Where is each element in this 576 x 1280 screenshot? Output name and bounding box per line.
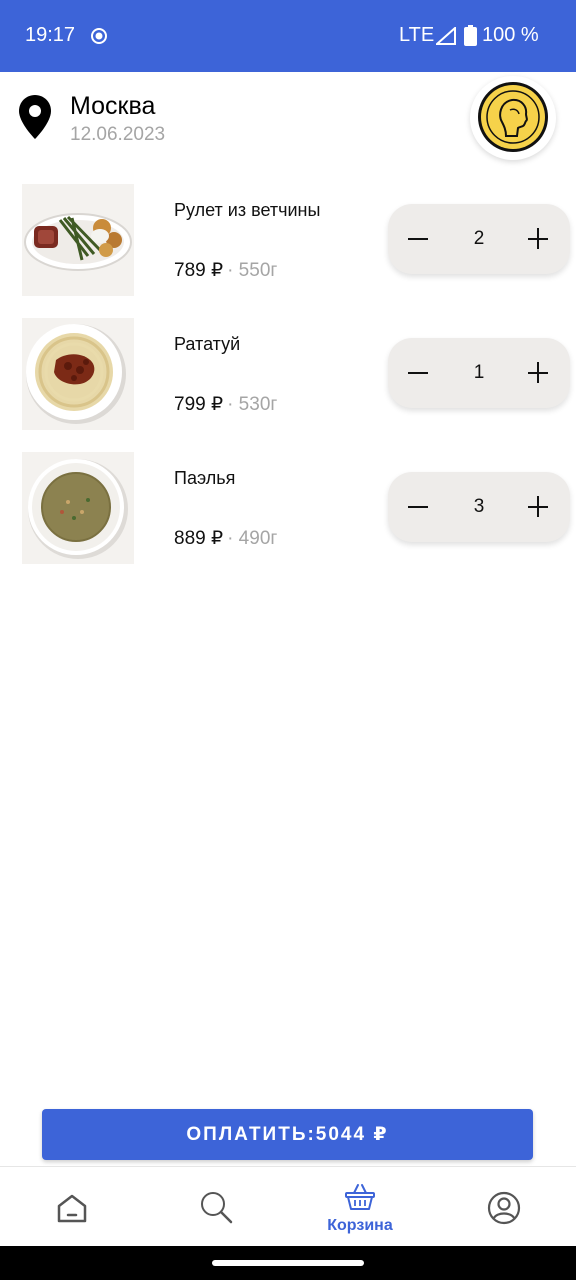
signal-icon — [436, 27, 456, 45]
dish-price: 889 ₽ · 490г — [174, 527, 277, 550]
cart-item: Паэлья 889 ₽ · 490г 3 — [0, 452, 576, 566]
dish-name: Рататуй — [174, 334, 241, 354]
plus-icon[interactable] — [526, 494, 552, 520]
bottom-nav: Корзина — [0, 1166, 576, 1246]
home-icon — [57, 1194, 87, 1223]
profile-icon — [487, 1191, 521, 1225]
basket-icon — [345, 1184, 375, 1210]
avatar[interactable] — [470, 76, 556, 160]
location-pin-icon — [19, 95, 51, 139]
minus-icon[interactable] — [406, 360, 432, 386]
search-icon — [201, 1192, 233, 1224]
quantity-stepper: 2 — [388, 204, 570, 274]
dish-weight: · 490г — [227, 528, 278, 549]
battery-percent: 100 % — [482, 24, 539, 46]
network-type: LTE — [399, 24, 435, 46]
price-value: 789 ₽ — [174, 260, 224, 281]
status-bar: 19:17 LTE 100 % — [0, 0, 576, 72]
dish-image — [22, 318, 134, 430]
nav-home[interactable] — [0, 1167, 144, 1247]
dish-name: Рулет из ветчины — [174, 200, 321, 220]
battery-icon — [464, 25, 477, 46]
minus-icon[interactable] — [406, 226, 432, 252]
profile-avatar-icon — [478, 82, 548, 152]
quantity-value: 1 — [473, 362, 485, 383]
status-time: 19:17 — [25, 24, 76, 46]
price-value: 889 ₽ — [174, 528, 224, 549]
nav-profile[interactable] — [432, 1167, 576, 1247]
dish-price: 789 ₽ · 550г — [174, 259, 277, 282]
system-navigation-bar — [0, 1246, 576, 1280]
cart-item: Рулет из ветчины 789 ₽ · 550г 2 — [0, 184, 576, 298]
screen-record-icon — [91, 28, 107, 44]
plus-icon[interactable] — [526, 360, 552, 386]
dish-weight: · 530г — [227, 394, 278, 415]
nav-cart[interactable]: Корзина — [288, 1167, 432, 1247]
quantity-stepper: 1 — [388, 338, 570, 408]
dish-name: Паэлья — [174, 468, 236, 488]
nav-search[interactable] — [144, 1167, 288, 1247]
quantity-value: 2 — [473, 228, 485, 249]
quantity-value: 3 — [473, 496, 485, 517]
city-name[interactable]: Москва — [70, 92, 155, 121]
dish-image — [22, 452, 134, 564]
pay-button[interactable]: ОПЛАТИТЬ:5044 ₽ — [42, 1109, 533, 1160]
cart-item: Рататуй 799 ₽ · 530г 1 — [0, 318, 576, 432]
dish-weight: · 550г — [227, 260, 278, 281]
minus-icon[interactable] — [406, 494, 432, 520]
plus-icon[interactable] — [526, 226, 552, 252]
quantity-stepper: 3 — [388, 472, 570, 542]
price-value: 799 ₽ — [174, 394, 224, 415]
nav-cart-label: Корзина — [327, 1217, 393, 1234]
home-gesture-handle[interactable] — [212, 1260, 364, 1266]
current-date: 12.06.2023 — [70, 124, 166, 145]
dish-price: 799 ₽ · 530г — [174, 393, 277, 416]
dish-image — [22, 184, 134, 296]
